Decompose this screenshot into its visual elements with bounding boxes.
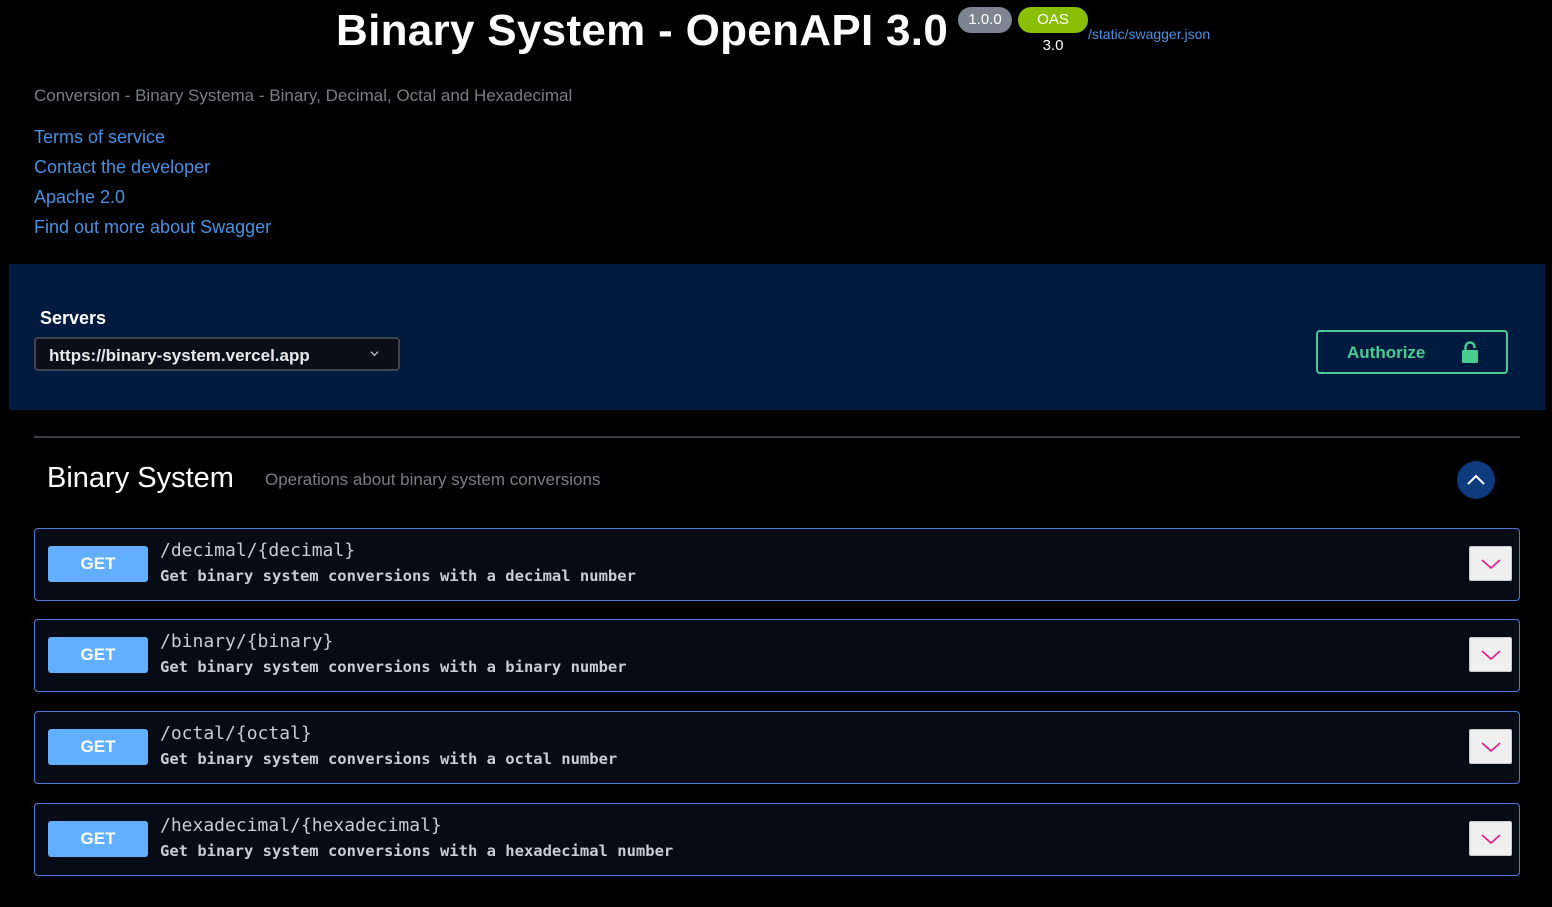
- operation-summary: Get binary system conversions with a hex…: [160, 842, 674, 860]
- chevron-down-icon: [1481, 742, 1501, 753]
- operation-summary: Get binary system conversions with a oct…: [160, 750, 618, 768]
- external-docs-link[interactable]: Find out more about Swagger: [34, 216, 271, 246]
- terms-of-service-link[interactable]: Terms of service: [34, 126, 271, 156]
- contact-developer-link[interactable]: Contact the developer: [34, 156, 271, 186]
- servers-label: Servers: [40, 308, 107, 328]
- info-links: Terms of service Contact the developer A…: [34, 126, 271, 246]
- oas-badge: OAS 3.0: [1018, 7, 1088, 54]
- spec-url-link[interactable]: /static/swagger.json: [1088, 26, 1210, 42]
- chevron-down-icon: [1481, 650, 1501, 661]
- version-badge: 1.0.0: [958, 7, 1012, 33]
- swagger-page: Binary System - OpenAPI 3.0 1.0.0 OAS 3.…: [0, 0, 1552, 907]
- operation-get-binary[interactable]: GET /binary/{binary} Get binary system c…: [34, 619, 1520, 692]
- tag-description: Operations about binary system conversio…: [265, 470, 601, 489]
- operation-path: /hexadecimal/{hexadecimal}: [160, 815, 442, 836]
- operation-get-octal[interactable]: GET /octal/{octal} Get binary system con…: [34, 711, 1520, 784]
- api-description: Conversion - Binary Systema - Binary, De…: [34, 86, 573, 105]
- operation-get-decimal[interactable]: GET /decimal/{decimal} Get binary system…: [34, 528, 1520, 601]
- expand-operation-button[interactable]: [1469, 546, 1512, 581]
- method-badge: GET: [48, 637, 148, 673]
- tag-divider: [34, 436, 1520, 438]
- servers-select[interactable]: https://binary-system.vercel.app: [34, 337, 400, 371]
- expand-operation-button[interactable]: [1469, 637, 1512, 672]
- operation-summary: Get binary system conversions with a dec…: [160, 567, 636, 585]
- chevron-up-icon: [1467, 474, 1485, 485]
- operation-path: /decimal/{decimal}: [160, 540, 356, 561]
- operation-summary: Get binary system conversions with a bin…: [160, 658, 627, 676]
- expand-operation-button[interactable]: [1469, 821, 1512, 856]
- servers-selected-value: https://binary-system.vercel.app: [49, 346, 310, 365]
- method-badge: GET: [48, 546, 148, 582]
- tag-title[interactable]: Binary System: [47, 462, 234, 495]
- expand-operation-button[interactable]: [1469, 729, 1512, 764]
- page-title: Binary System - OpenAPI 3.0: [336, 6, 949, 55]
- tag-collapse-button[interactable]: [1457, 461, 1495, 499]
- method-badge: GET: [48, 729, 148, 765]
- license-link[interactable]: Apache 2.0: [34, 186, 271, 216]
- method-badge: GET: [48, 821, 148, 857]
- operation-path: /octal/{octal}: [160, 723, 312, 744]
- chevron-down-icon: [1481, 559, 1501, 570]
- scheme-container: Servers https://binary-system.vercel.app…: [9, 264, 1545, 410]
- operation-get-hexadecimal[interactable]: GET /hexadecimal/{hexadecimal} Get binar…: [34, 803, 1520, 876]
- chevron-down-icon: [1481, 834, 1501, 845]
- authorize-button[interactable]: Authorize: [1316, 330, 1508, 374]
- lock-icon: [1462, 341, 1478, 363]
- authorize-label: Authorize: [1347, 343, 1426, 362]
- operation-path: /binary/{binary}: [160, 631, 334, 652]
- chevron-down-icon: [370, 351, 379, 357]
